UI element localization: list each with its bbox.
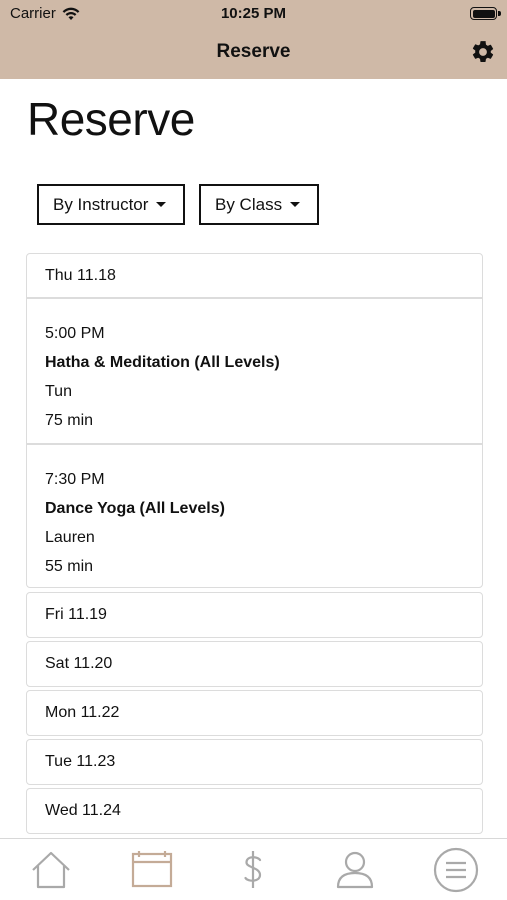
menu-icon bbox=[433, 847, 479, 893]
day-panel[interactable]: Wed 11.24 bbox=[26, 788, 483, 834]
tab-schedule[interactable] bbox=[129, 849, 175, 891]
filter-label: By Instructor bbox=[53, 194, 149, 214]
session-time: 5:00 PM bbox=[45, 325, 105, 342]
session-instructor: Tun bbox=[45, 383, 72, 400]
day-header[interactable]: Thu 11.18 bbox=[27, 254, 482, 299]
header-bar: Carrier 10:25 PM Reserve bbox=[0, 0, 507, 79]
tab-home[interactable] bbox=[28, 849, 74, 891]
day-panel[interactable]: Mon 11.22 bbox=[26, 690, 483, 736]
day-header: Mon 11.22 bbox=[45, 704, 120, 721]
home-icon bbox=[32, 851, 70, 889]
day-header: Sat 11.20 bbox=[45, 655, 113, 672]
filter-label: By Class bbox=[215, 194, 283, 214]
filter-by-class-dropdown[interactable]: By Class bbox=[199, 184, 319, 225]
day-header: Wed 11.24 bbox=[45, 802, 121, 819]
dollar-icon bbox=[244, 851, 262, 888]
tab-menu[interactable] bbox=[433, 847, 479, 893]
gear-icon bbox=[472, 41, 494, 62]
class-session[interactable]: 5:00 PM Hatha & Meditation (All Levels) … bbox=[27, 299, 482, 443]
user-icon bbox=[336, 851, 374, 889]
day-header: Tue 11.23 bbox=[45, 753, 116, 770]
class-session[interactable]: 7:30 PM Dance Yoga (All Levels) Lauren 5… bbox=[27, 443, 482, 587]
day-panel[interactable]: Tue 11.23 bbox=[26, 739, 483, 785]
settings-button[interactable] bbox=[469, 38, 497, 66]
caret-down-icon bbox=[290, 202, 301, 207]
page-title: Reserve bbox=[27, 93, 195, 145]
day-panel[interactable]: Fri 11.19 bbox=[26, 592, 483, 638]
status-time: 10:25 PM bbox=[220, 5, 287, 22]
day-panel-expanded: Thu 11.18 5:00 PM Hatha & Meditation (Al… bbox=[26, 253, 483, 588]
tab-pricing[interactable] bbox=[230, 849, 276, 891]
nav-title: Reserve bbox=[216, 41, 291, 62]
day-panel[interactable]: Sat 11.20 bbox=[26, 641, 483, 687]
session-duration: 75 min bbox=[45, 412, 94, 429]
tab-bar bbox=[0, 838, 507, 900]
calendar-icon bbox=[131, 851, 173, 888]
session-duration: 55 min bbox=[45, 558, 94, 575]
session-class-name: Hatha & Meditation (All Levels) bbox=[45, 354, 280, 371]
session-instructor: Lauren bbox=[45, 529, 95, 546]
day-header: Fri 11.19 bbox=[45, 606, 107, 623]
caret-down-icon bbox=[156, 202, 167, 207]
filter-by-instructor-dropdown[interactable]: By Instructor bbox=[37, 184, 185, 225]
status-bar: Carrier 10:25 PM bbox=[0, 0, 507, 28]
session-class-name: Dance Yoga (All Levels) bbox=[45, 500, 225, 517]
battery-icon bbox=[470, 7, 501, 20]
session-time: 7:30 PM bbox=[45, 471, 105, 488]
tab-account[interactable] bbox=[332, 849, 378, 891]
